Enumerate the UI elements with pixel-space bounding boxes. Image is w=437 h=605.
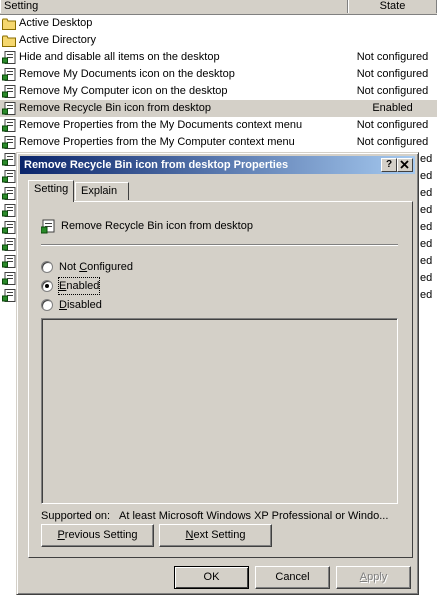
row-state-fragment: ed [420,255,433,267]
row-state: Not configured [356,119,429,131]
policy-icon [2,272,16,285]
cancel-button[interactable]: Cancel [255,566,330,589]
policy-icon [2,221,16,234]
help-button[interactable]: ? [381,158,397,172]
tab-setting[interactable]: Setting [28,180,74,202]
folder-icon [2,17,16,30]
policy-icon [2,136,16,149]
dialog-titlebar[interactable]: Remove Recycle Bin icon from desktop Pro… [20,156,415,174]
close-icon [400,160,409,169]
setting-panel: Remove Recycle Bin icon from desktop Not… [28,201,413,558]
table-row[interactable]: Remove Properties from the My Documents … [0,117,437,134]
policy-icon [2,51,16,64]
dialog-title: Remove Recycle Bin icon from desktop Pro… [24,159,289,171]
policy-icon [2,187,16,200]
row-setting-name: Remove Properties from the My Documents … [19,119,303,131]
row-setting-name: Remove Properties from the My Computer c… [19,136,295,148]
table-row[interactable]: Active Desktop [0,15,437,32]
list-header: Setting State [0,0,437,15]
row-setting-name: Remove My Documents icon on the desktop [19,68,235,80]
table-row[interactable]: Remove My Computer icon on the desktop No… [0,83,437,100]
policy-icon [2,170,16,183]
row-state: Not configured [356,51,429,63]
column-header-setting[interactable]: Setting [0,0,348,13]
row-state: Not configured [356,68,429,80]
supported-value: At least Microsoft Windows XP Profession… [119,510,389,522]
next-setting-button[interactable]: Next Setting [159,524,272,547]
row-state-fragment: ed [420,272,433,284]
separator [41,244,398,246]
policy-icon [2,85,16,98]
folder-icon [2,34,16,47]
options-area [41,318,398,504]
policy-icon [2,204,16,217]
table-row[interactable]: Hide and disable all items on the deskto… [0,49,437,66]
policy-icon [2,289,16,302]
row-state: Not configured [356,136,429,148]
row-state-fragment: ed [420,170,433,182]
option-label-enabled: Enabled [57,277,101,295]
policy-icon [2,153,16,166]
table-row[interactable]: Active Directory [0,32,437,49]
row-state: Enabled [372,102,413,114]
supported-label: Supported on: [41,510,111,522]
policy-icon [2,119,16,132]
supported-on: Supported on: At least Microsoft Windows… [41,510,388,522]
policy-icon [2,68,16,81]
policy-icon [2,238,16,251]
policy-icon [41,219,55,234]
row-state-fragment: ed [420,238,433,250]
row-setting-name: Active Desktop [19,17,93,29]
radio-enabled[interactable] [41,280,53,292]
tab-explain[interactable]: Explain [75,182,129,200]
close-button[interactable] [397,158,413,172]
row-setting-name: Remove My Computer icon on the desktop [19,85,228,97]
row-state-fragment: ed [420,289,433,301]
row-setting-name: Hide and disable all items on the deskto… [19,51,220,63]
row-state: Not configured [356,85,429,97]
row-setting-name: Active Directory [19,34,97,46]
row-state-fragment: ed [420,221,433,233]
column-header-state[interactable]: State [348,0,437,13]
option-label-disabled: Disabled [59,299,102,311]
radio-not-configured[interactable] [41,261,53,273]
radio-disabled[interactable] [41,299,53,311]
row-state-fragment: ed [420,187,433,199]
policy-icon [2,255,16,268]
properties-dialog: Remove Recycle Bin icon from desktop Pro… [16,152,419,595]
table-row[interactable]: Remove Recycle Bin icon from desktop Enab… [0,100,437,117]
apply-button[interactable]: Apply [336,566,411,589]
row-state-fragment: ed [420,204,433,216]
row-state-fragment: ed [420,153,433,165]
row-setting-name: Remove Recycle Bin icon from desktop [19,102,211,114]
list-rows: Active Desktop Active Directory Hide and d… [0,15,437,151]
policy-icon [2,102,16,115]
ok-button[interactable]: OK [174,566,249,589]
policy-name: Remove Recycle Bin icon from desktop [61,220,253,232]
option-label-not-configured: Not Configured [59,261,134,273]
table-row[interactable]: Remove My Documents icon on the desktop N… [0,66,437,83]
previous-setting-button[interactable]: Previous Setting [41,524,154,547]
table-row[interactable]: Remove Properties from the My Computer c… [0,134,437,151]
